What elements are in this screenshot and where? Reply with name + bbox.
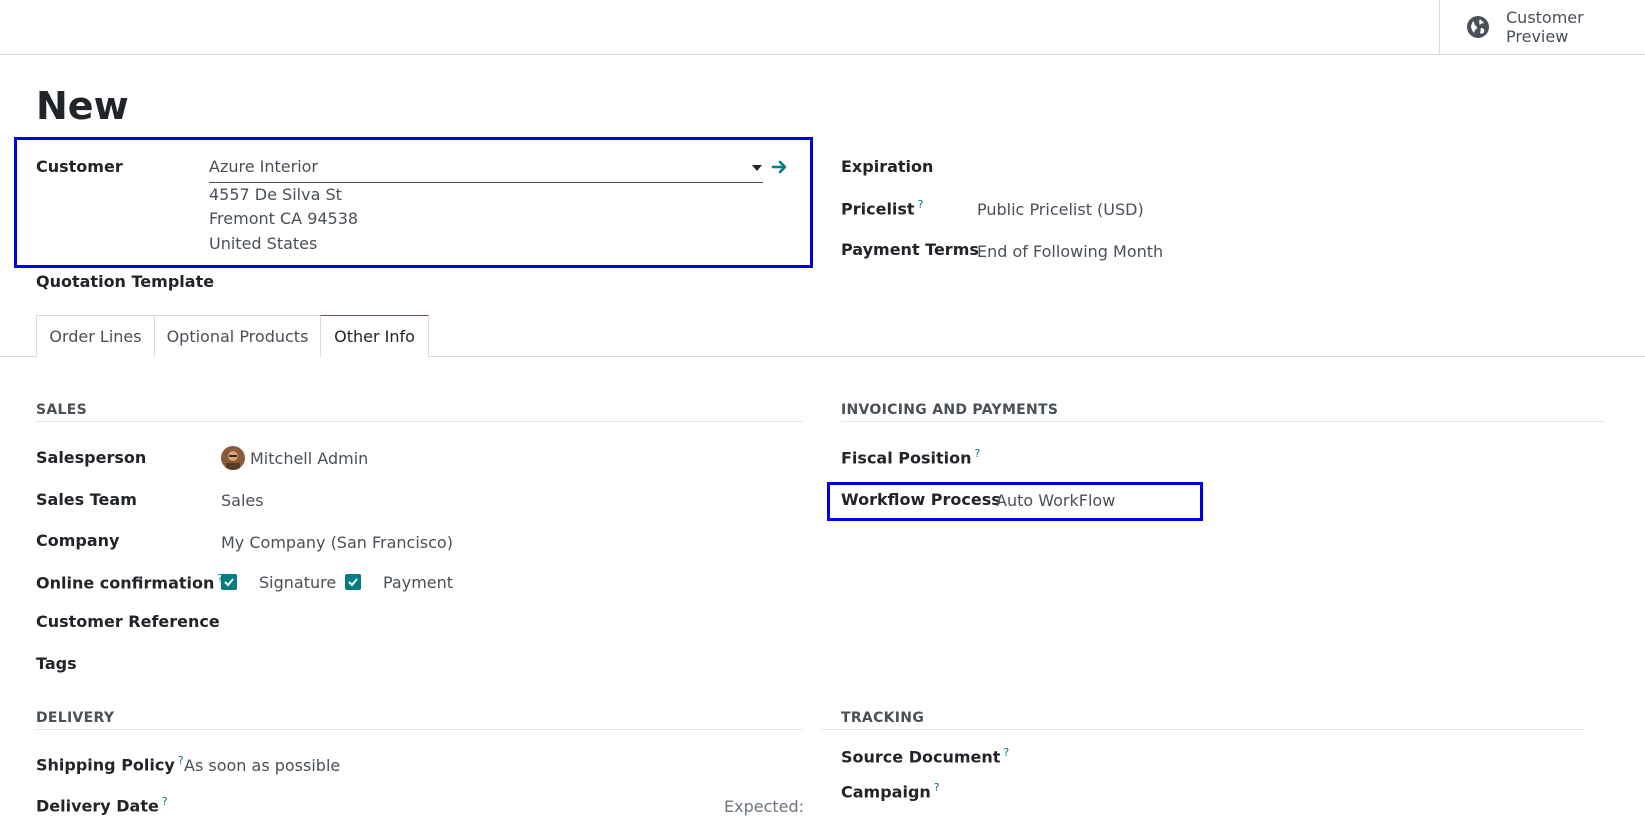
customer-address-line3: United States (209, 234, 318, 253)
tags-label: Tags (36, 654, 77, 673)
invoicing-divider (841, 421, 1605, 422)
pricelist-label: Pricelist? (841, 198, 924, 219)
tracking-section-title: TRACKING (841, 710, 925, 726)
customer-address-line1: 4557 De Silva St (209, 185, 342, 204)
customer-preview-label: Customer Preview (1506, 8, 1584, 46)
help-icon[interactable]: ? (934, 781, 940, 794)
shipping-policy-label: Shipping Policy? (36, 754, 184, 775)
tab-other-info[interactable]: Other Info (320, 315, 429, 357)
customer-label: Customer (36, 157, 123, 176)
payment-checkbox[interactable] (345, 574, 361, 590)
tab-order-lines[interactable]: Order Lines (36, 315, 155, 357)
help-icon[interactable]: ? (1003, 746, 1009, 759)
tracking-divider (821, 729, 1585, 730)
sales-team-value[interactable]: Sales (221, 491, 264, 510)
signature-label: Signature (259, 573, 337, 592)
delivery-divider (36, 729, 803, 730)
help-icon[interactable]: ? (918, 198, 924, 211)
salesperson-label: Salesperson (36, 448, 147, 467)
tab-optional-products[interactable]: Optional Products (154, 315, 321, 357)
customer-reference-label: Customer Reference (36, 612, 220, 631)
sales-team-label: Sales Team (36, 490, 137, 509)
customer-input-value: Azure Interior (209, 157, 319, 176)
campaign-label: Campaign? (841, 781, 940, 802)
globe-icon (1467, 16, 1489, 38)
expected-label: Expected: (724, 797, 805, 816)
top-bar: Customer Preview (0, 0, 1645, 55)
online-confirmation-label: Online confirmation? (36, 572, 223, 592)
payment-label: Payment (383, 573, 454, 592)
invoicing-section-title: INVOICING AND PAYMENTS (841, 402, 1059, 418)
arrow-right-icon[interactable] (771, 158, 789, 176)
help-icon[interactable]: ? (178, 754, 184, 767)
help-icon[interactable]: ? (162, 795, 168, 808)
expiration-label: Expiration (841, 157, 934, 176)
avatar (221, 446, 245, 470)
customer-preview-button[interactable]: Customer Preview (1439, 0, 1645, 54)
pricelist-value[interactable]: Public Pricelist (USD) (977, 200, 1144, 219)
sales-divider (36, 421, 803, 422)
sales-section-title: SALES (36, 402, 87, 418)
company-label: Company (36, 531, 120, 550)
workflow-process-value[interactable]: Auto WorkFlow (996, 491, 1115, 510)
help-icon[interactable]: ? (975, 447, 981, 460)
check-icon (224, 578, 234, 587)
signature-checkbox[interactable] (221, 574, 237, 590)
quotation-template-label: Quotation Template (36, 272, 215, 291)
payment-terms-value[interactable]: End of Following Month (977, 242, 1163, 261)
customer-input[interactable]: Azure Interior (209, 155, 763, 183)
shipping-policy-value[interactable]: As soon as possible (184, 756, 340, 775)
page-title: New (36, 84, 129, 128)
fiscal-position-label: Fiscal Position? (841, 447, 981, 468)
company-value[interactable]: My Company (San Francisco) (221, 533, 453, 552)
customer-address-line2: Fremont CA 94538 (209, 209, 359, 228)
check-icon (348, 578, 358, 587)
workflow-process-label: Workflow Process (841, 490, 1001, 509)
source-document-label: Source Document? (841, 746, 1010, 767)
payment-terms-label: Payment Terms (841, 240, 979, 259)
salesperson-value[interactable]: Mitchell Admin (250, 449, 368, 468)
chevron-down-icon[interactable] (752, 165, 762, 171)
delivery-date-label: Delivery Date? (36, 795, 168, 816)
delivery-section-title: DELIVERY (36, 710, 115, 726)
